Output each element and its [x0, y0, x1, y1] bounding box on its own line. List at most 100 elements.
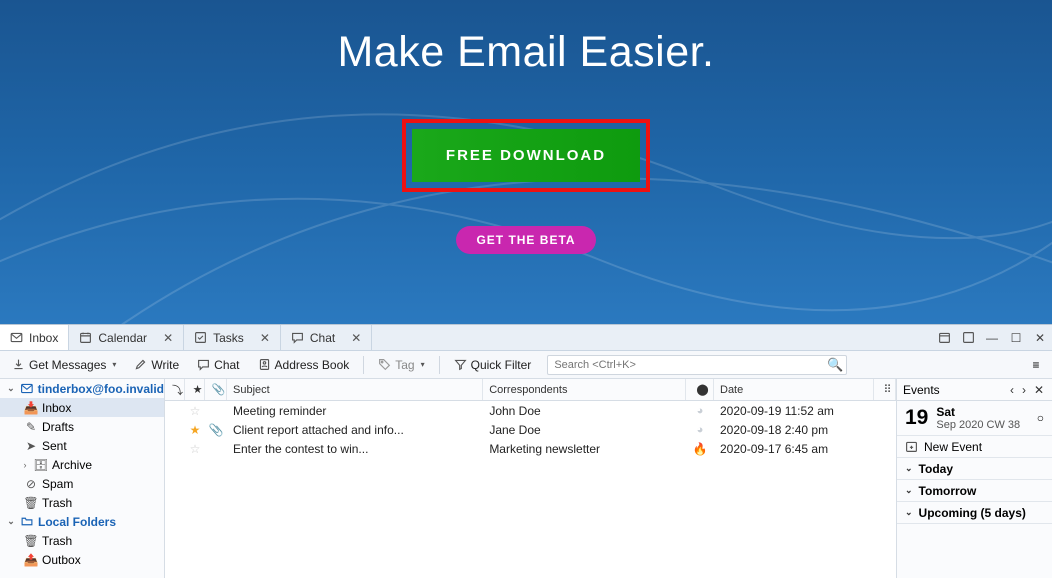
tab-inbox[interactable]: Inbox — [0, 325, 69, 350]
tab-chat[interactable]: Chat ✕ — [281, 325, 372, 350]
folder-outbox[interactable]: 📤Outbox — [0, 550, 164, 569]
search-input[interactable] — [547, 355, 847, 375]
col-hot[interactable]: ⬤ — [686, 379, 714, 400]
events-title: Events — [903, 383, 940, 397]
filter-icon — [454, 358, 467, 371]
drafts-icon: ✎ — [24, 420, 38, 434]
close-icon[interactable]: ✕ — [351, 331, 361, 345]
folder-label: Inbox — [42, 401, 71, 415]
close-events-button[interactable]: ✕ — [1032, 383, 1046, 397]
prev-day-button[interactable]: ‹ — [1008, 383, 1016, 397]
main-toolbar: Get Messages Write Chat Address Book Tag… — [0, 351, 1052, 379]
window-maximize-icon[interactable]: ☐ — [1004, 325, 1028, 350]
separator — [439, 356, 440, 374]
toolbar-label: Tag — [395, 358, 414, 372]
free-download-button[interactable]: FREE DOWNLOAD — [412, 129, 640, 182]
col-thread[interactable]: ⤵ — [165, 379, 185, 400]
chevron-down-icon: ⌄ — [6, 516, 16, 527]
col-date[interactable]: Date — [714, 379, 874, 400]
message-row[interactable]: ☆Enter the contest to win...Marketing ne… — [165, 439, 896, 458]
message-row[interactable]: ★📎Client report attached and info...Jane… — [165, 420, 896, 439]
trash-icon: 🗑 — [24, 534, 38, 548]
get-beta-button[interactable]: GET THE BETA — [456, 226, 595, 254]
folder-archive[interactable]: ›🗄Archive — [0, 455, 164, 474]
get-messages-button[interactable]: Get Messages — [4, 354, 124, 376]
folder-local-trash[interactable]: 🗑 Trash — [0, 531, 164, 550]
sent-icon: ➤ — [24, 439, 38, 453]
events-section-upcoming[interactable]: ⌄Upcoming (5 days) — [897, 502, 1052, 524]
mail-icon — [10, 331, 23, 344]
tab-calendar[interactable]: Calendar ✕ — [69, 325, 184, 350]
tab-label: Inbox — [29, 331, 58, 345]
tasks-toggle-icon[interactable] — [956, 325, 980, 350]
clock-icon: ◕ — [697, 405, 704, 417]
folder-label: Sent — [42, 439, 67, 453]
folder-sent[interactable]: ➤ Sent — [0, 436, 164, 455]
chevron-down-icon: ⌄ — [6, 383, 16, 394]
quick-filter-button[interactable]: Quick Filter — [446, 354, 540, 376]
address-book-button[interactable]: Address Book — [250, 354, 358, 376]
calendar-icon — [79, 331, 92, 344]
app-menu-button[interactable]: ≡ — [1024, 358, 1048, 372]
write-button[interactable]: Write — [126, 354, 187, 376]
chat-button[interactable]: Chat — [189, 354, 247, 376]
next-day-button[interactable]: › — [1020, 383, 1028, 397]
events-section-tomorrow[interactable]: ⌄ Tomorrow — [897, 480, 1052, 502]
folder-spam[interactable]: ⊘Spam — [0, 474, 164, 493]
col-attachment[interactable]: 📎 — [205, 379, 227, 400]
account-node[interactable]: ⌄ tinderbox@foo.invalid — [0, 379, 164, 398]
message-list-pane: ⤵ ★ 📎 Subject Correspondents ⬤ Date ⠿ ☆M… — [165, 379, 897, 578]
section-label: Tomorrow — [919, 484, 977, 498]
events-day-number: 19 — [905, 406, 928, 430]
hero-headline: Make Email Easier. — [0, 0, 1052, 77]
email-client-screenshot: Inbox Calendar ✕ Tasks ✕ Chat ✕ — ☐ ✕ Ge… — [0, 324, 1052, 578]
calendar-toggle-icon[interactable] — [932, 325, 956, 350]
pencil-icon — [134, 358, 147, 371]
tag-button[interactable]: Tag — [370, 354, 432, 376]
folder-inbox[interactable]: 📥 Inbox — [0, 398, 164, 417]
message-date: 2020-09-17 6:45 am — [714, 442, 874, 456]
calendar-plus-icon — [905, 440, 918, 453]
address-book-icon — [258, 358, 271, 371]
hero-banner: Make Email Easier. FREE DOWNLOAD GET THE… — [0, 0, 1052, 324]
inbox-icon: 📥 — [24, 401, 38, 415]
toolbar-label: Address Book — [275, 358, 350, 372]
col-picker[interactable]: ⠿ — [874, 379, 896, 400]
search-box: 🔍 — [547, 355, 847, 375]
tab-tasks[interactable]: Tasks ✕ — [184, 325, 281, 350]
flame-icon: 🔥 — [693, 442, 708, 456]
col-star[interactable]: ★ — [185, 379, 205, 400]
toolbar-label: Quick Filter — [471, 358, 532, 372]
star-icon[interactable]: ☆ — [190, 442, 201, 456]
folder-label: Spam — [42, 477, 73, 491]
today-button[interactable]: ○ — [1037, 411, 1044, 425]
trash-icon: 🗑 — [24, 496, 38, 510]
folder-trash[interactable]: 🗑Trash — [0, 493, 164, 512]
download-icon — [12, 358, 25, 371]
account-label: tinderbox@foo.invalid — [38, 382, 164, 396]
local-folders-node[interactable]: ⌄ Local Folders — [0, 512, 164, 531]
new-event-label: New Event — [924, 440, 982, 454]
window-close-icon[interactable]: ✕ — [1028, 325, 1052, 350]
star-icon[interactable]: ☆ — [190, 404, 201, 418]
folder-label: Trash — [42, 534, 72, 548]
col-correspondents[interactable]: Correspondents — [483, 379, 686, 400]
close-icon[interactable]: ✕ — [260, 331, 270, 345]
message-subject: Client report attached and info... — [227, 423, 483, 437]
window-minimize-icon[interactable]: — — [980, 325, 1004, 350]
star-icon[interactable]: ★ — [190, 423, 201, 437]
mail-icon — [20, 382, 34, 395]
events-section-today[interactable]: ⌄Today — [897, 458, 1052, 480]
message-date: 2020-09-18 2:40 pm — [714, 423, 874, 437]
message-row[interactable]: ☆Meeting reminderJohn Doe◕2020-09-19 11:… — [165, 401, 896, 420]
close-icon[interactable]: ✕ — [163, 331, 173, 345]
folder-label: Drafts — [42, 420, 74, 434]
folder-drafts[interactable]: ✎ Drafts — [0, 417, 164, 436]
folder-tree: ⌄ tinderbox@foo.invalid 📥 Inbox ✎ Drafts ➤… — [0, 379, 165, 578]
clock-icon: ◕ — [697, 424, 704, 436]
chevron-down-icon: ⌄ — [905, 485, 913, 496]
search-icon[interactable]: 🔍 — [827, 357, 843, 373]
col-subject[interactable]: Subject — [227, 379, 483, 400]
new-event-button[interactable]: New Event — [897, 436, 1052, 458]
tab-bar: Inbox Calendar ✕ Tasks ✕ Chat ✕ — ☐ ✕ — [0, 325, 1052, 351]
